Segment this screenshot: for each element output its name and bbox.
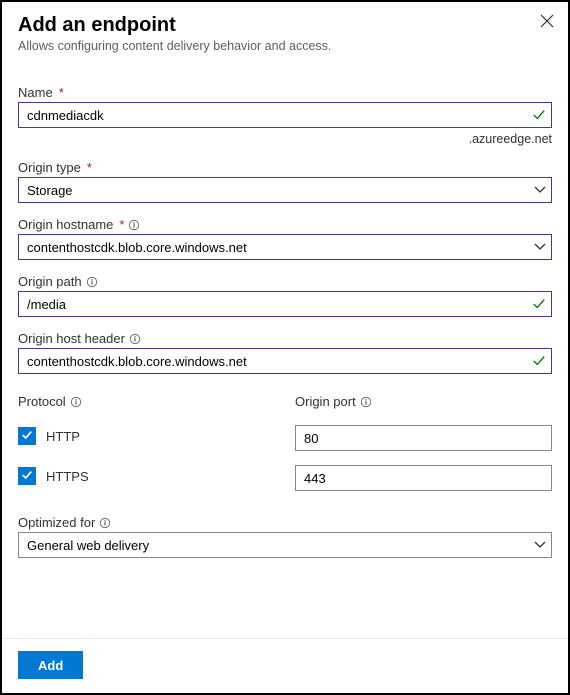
origin-hostname-select[interactable]	[18, 234, 552, 260]
origin-host-header-label: Origin host header	[18, 331, 552, 346]
protocol-label: Protocol	[18, 394, 275, 409]
info-icon[interactable]	[70, 396, 82, 408]
origin-type-label: Origin type*	[18, 160, 552, 175]
add-button[interactable]: Add	[18, 651, 83, 679]
origin-host-header-input[interactable]	[18, 348, 552, 374]
checkmark-icon	[21, 429, 33, 444]
optimized-for-label: Optimized for	[18, 515, 552, 530]
name-input[interactable]	[18, 102, 552, 128]
info-icon[interactable]	[86, 276, 98, 288]
origin-port-label: Origin port	[295, 394, 552, 409]
close-button[interactable]	[540, 14, 554, 31]
http-label: HTTP	[46, 429, 80, 444]
info-icon[interactable]	[360, 396, 372, 408]
name-label: Name*	[18, 85, 552, 100]
origin-hostname-label: Origin hostname*	[18, 217, 552, 232]
origin-path-input[interactable]	[18, 291, 552, 317]
checkmark-icon	[21, 469, 33, 484]
https-checkbox[interactable]	[18, 467, 36, 485]
origin-type-select[interactable]	[18, 177, 552, 203]
https-label: HTTPS	[46, 469, 89, 484]
http-checkbox[interactable]	[18, 427, 36, 445]
info-icon[interactable]	[129, 333, 141, 345]
panel-subtitle: Allows configuring content delivery beha…	[18, 39, 552, 53]
panel-title: Add an endpoint	[18, 14, 552, 37]
name-suffix: .azureedge.net	[18, 132, 552, 146]
optimized-for-select[interactable]	[18, 532, 552, 558]
info-icon[interactable]	[99, 517, 111, 529]
http-port-input[interactable]	[295, 425, 552, 451]
close-icon	[540, 16, 554, 31]
info-icon[interactable]	[128, 219, 140, 231]
origin-path-label: Origin path	[18, 274, 552, 289]
https-port-input[interactable]	[295, 465, 552, 491]
